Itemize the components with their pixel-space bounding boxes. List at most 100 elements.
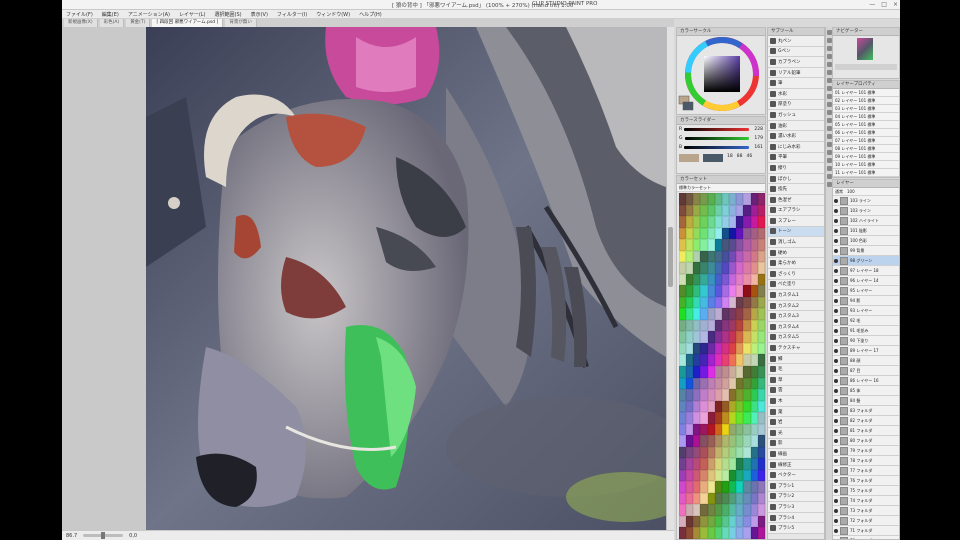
color-swatch[interactable] <box>714 250 722 263</box>
visibility-eye-icon[interactable] <box>834 208 838 213</box>
color-swatch[interactable] <box>714 389 722 401</box>
color-swatch[interactable] <box>750 446 758 459</box>
color-swatch-grid[interactable] <box>679 193 765 539</box>
visibility-eye-icon[interactable] <box>834 398 838 403</box>
color-swatch[interactable] <box>679 515 687 528</box>
color-swatch[interactable] <box>743 469 751 482</box>
layer-row[interactable]: 87 目 <box>833 366 899 376</box>
color-swatch[interactable] <box>686 342 694 355</box>
color-swatch[interactable] <box>757 319 765 332</box>
color-swatch[interactable] <box>700 308 708 320</box>
color-swatch[interactable] <box>686 435 694 447</box>
sub-tool-item[interactable]: スプレー <box>768 216 824 227</box>
color-swatch[interactable] <box>686 227 694 240</box>
color-swatch[interactable] <box>729 250 737 263</box>
color-swatch[interactable] <box>700 239 708 251</box>
sub-tool-item[interactable]: 木 <box>768 396 824 407</box>
layer-row[interactable]: 85 体 <box>833 386 899 396</box>
sub-tool-item[interactable]: 消しゴム <box>768 237 824 248</box>
color-swatch[interactable] <box>714 527 722 539</box>
color-swatch[interactable] <box>721 504 730 516</box>
color-swatch[interactable] <box>707 412 715 424</box>
color-swatch[interactable] <box>693 285 701 297</box>
color-swatch[interactable] <box>686 216 694 228</box>
color-swatch[interactable] <box>686 296 694 309</box>
color-swatch[interactable] <box>757 400 765 413</box>
color-swatch[interactable] <box>707 481 715 493</box>
color-swatch[interactable] <box>700 296 708 309</box>
color-swatch[interactable] <box>743 527 751 539</box>
visibility-eye-icon[interactable] <box>834 528 838 533</box>
color-swatch[interactable] <box>721 423 730 436</box>
color-swatch[interactable] <box>757 481 765 493</box>
color-swatch[interactable] <box>714 492 722 505</box>
color-swatch[interactable] <box>714 227 722 240</box>
color-swatch[interactable] <box>750 458 758 470</box>
color-swatch[interactable] <box>721 458 730 470</box>
color-swatch[interactable] <box>693 492 701 505</box>
color-swatch[interactable] <box>714 504 722 516</box>
color-swatch[interactable] <box>714 365 722 378</box>
menu-help[interactable]: ヘルプ(H) <box>359 11 382 18</box>
color-swatch[interactable] <box>743 285 751 297</box>
color-swatch[interactable] <box>736 227 744 240</box>
color-swatch[interactable] <box>736 250 744 263</box>
color-swatch[interactable] <box>679 365 687 378</box>
color-swatch[interactable] <box>714 423 722 436</box>
color-swatch[interactable] <box>743 262 751 274</box>
color-swatch[interactable] <box>729 435 737 447</box>
color-swatch[interactable] <box>679 308 687 320</box>
color-swatch[interactable] <box>729 481 737 493</box>
visibility-eye-icon[interactable] <box>834 518 838 523</box>
visibility-eye-icon[interactable] <box>834 318 838 323</box>
color-swatch[interactable] <box>721 250 730 263</box>
color-swatch[interactable] <box>757 342 765 355</box>
color-swatch[interactable] <box>693 239 701 251</box>
color-swatch[interactable] <box>707 262 715 274</box>
color-swatch[interactable] <box>707 227 715 240</box>
color-swatch[interactable] <box>736 239 744 251</box>
visibility-eye-icon[interactable] <box>834 238 838 243</box>
color-swatch[interactable] <box>693 250 701 263</box>
color-swatch[interactable] <box>750 515 758 528</box>
color-swatch[interactable] <box>700 435 708 447</box>
color-swatch[interactable] <box>679 250 687 263</box>
color-swatch[interactable] <box>743 365 751 378</box>
color-swatch[interactable] <box>721 389 730 401</box>
color-swatch[interactable] <box>693 319 701 332</box>
layer-property-row[interactable]: 06 レイヤー 101 標準 <box>833 129 899 137</box>
color-swatch[interactable] <box>743 250 751 263</box>
sub-tool-item[interactable]: ブラシ4 <box>768 512 824 524</box>
visibility-eye-icon[interactable] <box>834 258 838 263</box>
color-swatch[interactable] <box>679 296 687 309</box>
color-swatch[interactable] <box>729 504 737 516</box>
color-swatch[interactable] <box>757 262 765 274</box>
color-swatch[interactable] <box>736 515 744 528</box>
color-swatch[interactable] <box>757 227 765 240</box>
layer-property-row[interactable]: 03 レイヤー 101 標準 <box>833 105 899 113</box>
sub-tool-item[interactable]: ベクター <box>768 470 824 481</box>
color-swatch[interactable] <box>750 227 758 240</box>
color-swatch[interactable] <box>686 377 694 390</box>
layer-property-row[interactable]: 07 レイヤー 101 標準 <box>833 137 899 145</box>
color-swatch[interactable] <box>743 319 751 332</box>
scrollbar-thumb[interactable] <box>668 227 673 287</box>
sub-tool-item[interactable]: 平筆 <box>768 152 824 164</box>
color-swatch[interactable] <box>679 193 687 205</box>
blue-value[interactable]: 161 <box>751 145 763 150</box>
color-swatch[interactable] <box>714 458 722 470</box>
color-swatch[interactable] <box>700 423 708 436</box>
layer-row[interactable]: 81 フォルダ <box>833 426 899 436</box>
color-swatch[interactable] <box>693 423 701 436</box>
color-swatch[interactable] <box>700 365 708 378</box>
color-swatch[interactable] <box>686 354 694 366</box>
layer-row[interactable]: 103 ライン <box>833 196 899 206</box>
sub-tool-item[interactable]: 光 <box>768 427 824 439</box>
color-swatch[interactable] <box>707 273 715 286</box>
layer-row[interactable]: 79 フォルダ <box>833 446 899 456</box>
color-swatch[interactable] <box>693 446 701 459</box>
slider-green[interactable]: G 179 <box>677 134 765 143</box>
color-swatch[interactable] <box>721 481 730 493</box>
color-swatch[interactable] <box>693 331 701 343</box>
sub-tool-item[interactable]: ブラシ1 <box>768 480 824 492</box>
